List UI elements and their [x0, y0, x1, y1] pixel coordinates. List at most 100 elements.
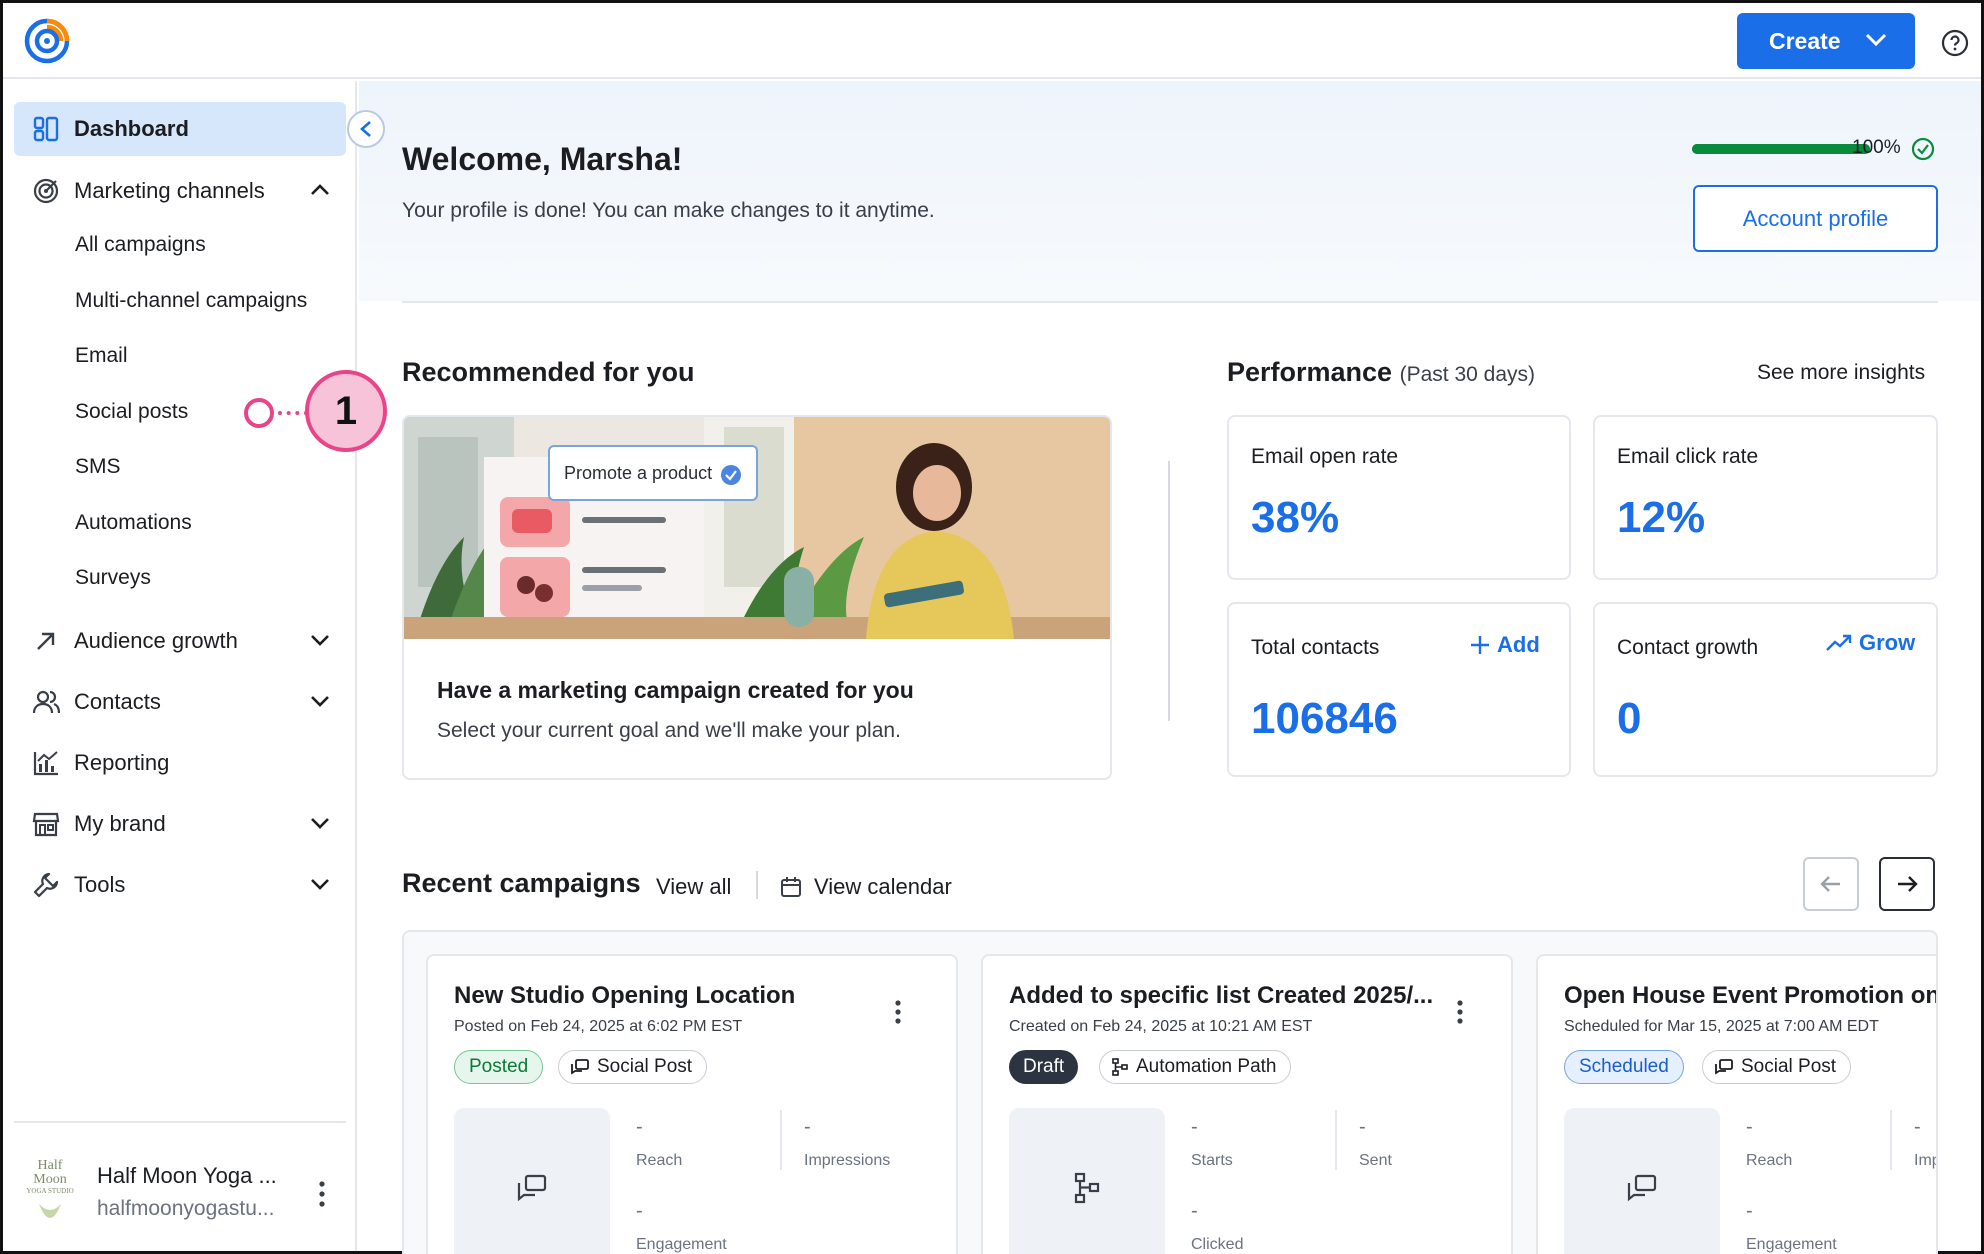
sidebar-item-contacts[interactable]: Contacts: [14, 675, 346, 729]
create-button[interactable]: Create: [1737, 13, 1915, 69]
stat-label: Clicked: [1191, 1236, 1244, 1253]
sidebar-item-label: Contacts: [74, 689, 161, 714]
help-circle-icon[interactable]: [1941, 29, 1969, 57]
sidebar-item-label: Tools: [74, 872, 126, 897]
sidebar-item-label: Reporting: [74, 750, 170, 775]
add-contacts-button[interactable]: Add: [1469, 632, 1540, 658]
view-calendar-link[interactable]: View calendar: [814, 874, 952, 900]
sidebar-subitem-all-campaigns[interactable]: All campaigns: [75, 233, 206, 257]
campaign-menu-icon[interactable]: [1457, 1000, 1463, 1024]
chevron-up-icon[interactable]: [310, 183, 330, 197]
sidebar-item-marketing-channels[interactable]: Marketing channels: [14, 164, 346, 218]
campaign-type-chip: Social Post: [1702, 1050, 1852, 1084]
stat-value: -: [1746, 1200, 1753, 1222]
metric-value: 38%: [1251, 493, 1340, 542]
sidebar-subitem-email[interactable]: Email: [75, 344, 128, 368]
account-menu-icon[interactable]: [319, 1181, 325, 1207]
see-more-insights-link[interactable]: See more insights: [1757, 361, 1925, 385]
sidebar-item-dashboard[interactable]: Dashboard: [14, 102, 346, 156]
stat-value: -: [1191, 1116, 1198, 1138]
sidebar-item-audience-growth[interactable]: Audience growth: [14, 614, 346, 668]
sidebar-subitem-multi-channel[interactable]: Multi-channel campaigns: [75, 289, 307, 313]
campaign-thumbnail: [1009, 1108, 1165, 1254]
campaign-type-label: Automation Path: [1136, 1056, 1277, 1077]
recommended-illustration: Promote a product: [404, 417, 1110, 639]
constant-contact-logo-icon[interactable]: [23, 17, 71, 65]
chevron-left-icon: [360, 121, 371, 137]
campaign-card[interactable]: Open House Event Promotion on Scheduled …: [1536, 954, 1936, 1254]
metric-total-contacts[interactable]: Total contacts Add 106846: [1227, 602, 1571, 777]
collapse-sidebar-button[interactable]: [347, 110, 385, 148]
metric-email-click-rate[interactable]: Email click rate 12%: [1593, 415, 1938, 580]
campaign-title: New Studio Opening Location: [454, 982, 796, 1009]
section-divider: [402, 301, 1938, 303]
dashboard-icon: [33, 116, 59, 142]
chevron-down-icon[interactable]: [310, 694, 330, 708]
sidebar-item-my-brand[interactable]: My brand: [14, 797, 346, 851]
calendar-icon[interactable]: [780, 876, 802, 898]
campaign-type-label: Social Post: [597, 1056, 693, 1077]
sidebar-divider: [14, 1121, 346, 1123]
stat-divider: [1890, 1110, 1892, 1170]
view-all-link[interactable]: View all: [656, 874, 731, 900]
stat-value: -: [636, 1116, 643, 1138]
campaign-type-label: Social Post: [1741, 1056, 1837, 1077]
chart-icon: [33, 751, 58, 776]
stat-label: Engagement: [636, 1236, 727, 1253]
sidebar-subitem-automations[interactable]: Automations: [75, 511, 192, 535]
stat-label: Imp: [1914, 1152, 1936, 1169]
sidebar-subitem-surveys[interactable]: Surveys: [75, 566, 151, 590]
stat-value: -: [1191, 1200, 1198, 1222]
metric-contact-growth[interactable]: Contact growth Grow 0: [1593, 602, 1938, 777]
arrow-left-icon: [1820, 876, 1840, 892]
campaign-card[interactable]: Added to specific list Created 2025/... …: [981, 954, 1513, 1254]
recommended-card[interactable]: Promote a product Have a marketing campa…: [402, 415, 1112, 780]
campaign-title: Added to specific list Created 2025/...: [1009, 982, 1434, 1009]
social-post-icon: [1715, 1059, 1733, 1075]
sidebar: Dashboard Marketing channels All campaig…: [3, 81, 357, 1251]
metric-label: Contact growth: [1617, 636, 1759, 659]
chevron-down-icon[interactable]: [310, 877, 330, 891]
automation-path-icon: [1112, 1058, 1128, 1076]
verified-check-icon: [721, 465, 741, 485]
check-circle-icon: [1911, 137, 1935, 161]
main-content: Welcome, Marsha! Your profile is done! Y…: [359, 81, 1981, 1254]
account-name[interactable]: Half Moon Yoga ...: [97, 1163, 277, 1189]
social-post-icon: [1627, 1174, 1657, 1202]
recent-campaigns-title: Recent campaigns: [402, 868, 641, 898]
performance-title: Performance (Past 30 days): [1227, 357, 1535, 388]
campaign-type-chip: Automation Path: [1099, 1050, 1292, 1084]
chevron-down-icon[interactable]: [310, 816, 330, 830]
chevron-down-icon[interactable]: [310, 633, 330, 647]
account-profile-button[interactable]: Account profile: [1693, 185, 1938, 252]
arrow-up-right-icon: [37, 632, 55, 650]
stat-value: -: [636, 1200, 643, 1222]
stat-label: Reach: [1746, 1152, 1793, 1169]
stat-divider: [780, 1110, 782, 1170]
sidebar-subitem-sms[interactable]: SMS: [75, 455, 121, 479]
next-page-button[interactable]: [1879, 857, 1935, 911]
sidebar-subitem-social-posts[interactable]: Social posts: [75, 400, 188, 424]
campaign-menu-icon[interactable]: [895, 1000, 901, 1024]
campaign-type-chip: Social Post: [558, 1050, 708, 1084]
account-logo-text: Half Moon: [33, 1158, 67, 1187]
grow-contacts-button[interactable]: Grow: [1825, 630, 1915, 656]
sidebar-item-label: Dashboard: [74, 116, 189, 141]
performance-period: (Past 30 days): [1399, 363, 1535, 386]
performance-title-text: Performance: [1227, 357, 1393, 387]
previous-page-button[interactable]: [1803, 857, 1859, 911]
sidebar-item-reporting[interactable]: Reporting: [14, 736, 346, 790]
campaign-thumbnail: [454, 1108, 610, 1254]
metric-value: 12%: [1617, 493, 1706, 542]
metric-email-open-rate[interactable]: Email open rate 38%: [1227, 415, 1571, 580]
recommended-title: Recommended for you: [402, 357, 695, 387]
sidebar-item-tools[interactable]: Tools: [14, 858, 346, 912]
campaign-card[interactable]: New Studio Opening Location Posted on Fe…: [426, 954, 958, 1254]
callout-target-ring: [244, 398, 274, 428]
stat-divider: [1335, 1110, 1337, 1170]
status-badge: Draft: [1009, 1050, 1079, 1084]
recent-campaigns-carousel: New Studio Opening Location Posted on Fe…: [402, 930, 1938, 1254]
recommended-card-title: Have a marketing campaign created for yo…: [437, 677, 914, 703]
stat-label: Engagement: [1746, 1236, 1837, 1253]
stat-label: Reach: [636, 1152, 683, 1169]
